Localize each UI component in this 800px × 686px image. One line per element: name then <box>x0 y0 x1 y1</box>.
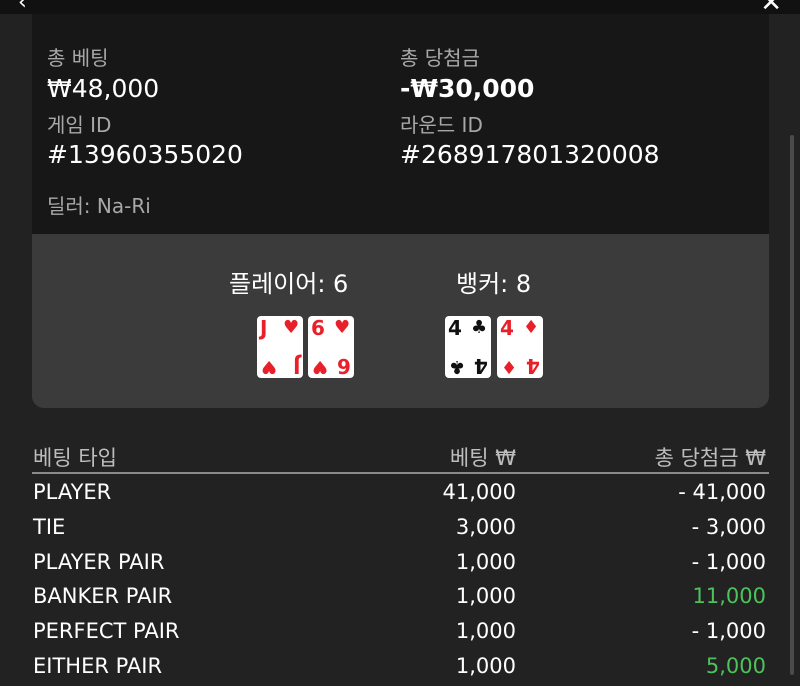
heart-icon: ♥ <box>260 356 277 377</box>
bet-amount-cell: 1,000 <box>455 584 516 609</box>
bet-amount-cell: 1,000 <box>455 653 516 678</box>
round-id-label: 라운드 ID <box>400 113 483 137</box>
bet-type-cell: TIE <box>33 514 66 539</box>
table-header: 베팅 타입 베팅 ₩ 총 당첨금 ₩ <box>32 438 769 474</box>
card-rank: J <box>260 316 268 340</box>
total-bet-value: ₩48,000 <box>47 74 160 103</box>
bet-type-cell: PLAYER <box>33 480 112 504</box>
win-amount-cell: 5,000 <box>705 653 766 678</box>
player-score: 플레이어: 6 <box>229 270 349 298</box>
table-row: EITHER PAIR 1,000 5,000 <box>32 648 769 683</box>
card-rank: 4 <box>448 316 462 340</box>
header-bet-amount: 베팅 ₩ <box>449 446 516 470</box>
scrollbar[interactable] <box>790 135 794 675</box>
diamond-icon: ♦ <box>523 317 540 338</box>
title-bar: ‹ ✕ <box>0 0 800 18</box>
bets-table: 베팅 타입 베팅 ₩ 총 당첨금 ₩ PLAYER 41,000 - 41,000 T… <box>32 438 769 683</box>
club-icon: ♣ <box>471 317 488 338</box>
game-id-label: 게임 ID <box>47 113 112 137</box>
table-row: PLAYER PAIR 1,000 - 1,000 <box>32 544 769 579</box>
table-row: PERFECT PAIR 1,000 - 1,000 <box>32 613 769 648</box>
card-rank: 6 <box>337 354 351 378</box>
heart-icon: ♥ <box>283 317 300 338</box>
card-rank: J <box>292 354 300 378</box>
heart-icon: ♥ <box>311 356 328 377</box>
hands-panel: 플레이어: 6 뱅커: 8 J ♥ J ♥ 6 ♥ 6 ♥ 4 ♣ 4 ♣ 4 … <box>32 234 769 408</box>
card-rank: 4 <box>500 316 514 340</box>
total-bet-label: 총 베팅 <box>47 46 109 70</box>
player-card-1: J ♥ J ♥ <box>257 316 303 378</box>
bet-type-cell: BANKER PAIR <box>33 584 173 609</box>
table-row: TIE 3,000 - 3,000 <box>32 509 769 544</box>
heart-icon: ♥ <box>334 317 351 338</box>
header-total-win: 총 당첨금 ₩ <box>654 446 766 470</box>
club-icon: ♣ <box>448 356 465 377</box>
round-summary-panel: 총 베팅 ₩48,000 총 당첨금 -₩30,000 게임 ID #13960… <box>32 14 769 234</box>
win-amount-cell: - 3,000 <box>691 514 766 539</box>
game-id-value: #13960355020 <box>47 140 243 169</box>
total-win-value: -₩30,000 <box>400 74 535 103</box>
table-row: BANKER PAIR 1,000 11,000 <box>32 578 769 613</box>
banker-card-2: 4 ♦ 4 ♦ <box>497 316 543 378</box>
banker-score: 뱅커: 8 <box>456 270 532 298</box>
card-rank: 6 <box>311 316 325 340</box>
bet-amount-cell: 1,000 <box>455 619 516 644</box>
back-icon[interactable]: ‹ <box>18 0 27 15</box>
banker-card-1: 4 ♣ 4 ♣ <box>445 316 491 378</box>
win-amount-cell: - 41,000 <box>678 480 766 504</box>
win-amount-cell: - 1,000 <box>691 549 766 574</box>
win-amount-cell: 11,000 <box>692 584 766 609</box>
bet-type-cell: EITHER PAIR <box>33 653 163 678</box>
round-id-value: #268917801320008 <box>400 140 660 169</box>
bet-amount-cell: 41,000 <box>442 480 516 504</box>
card-rank: 4 <box>474 354 488 378</box>
header-bet-type: 베팅 타입 <box>33 446 117 470</box>
dealer-name: 딜러: Na-Ri <box>47 194 151 218</box>
bet-type-cell: PERFECT PAIR <box>33 619 180 644</box>
win-amount-cell: - 1,000 <box>691 619 766 644</box>
diamond-icon: ♦ <box>500 356 517 377</box>
table-row: PLAYER 41,000 - 41,000 <box>32 474 769 509</box>
bet-amount-cell: 1,000 <box>455 549 516 574</box>
card-rank: 4 <box>526 354 540 378</box>
player-card-2: 6 ♥ 6 ♥ <box>308 316 354 378</box>
total-win-label: 총 당첨금 <box>400 46 480 70</box>
bet-type-cell: PLAYER PAIR <box>33 549 165 574</box>
bet-amount-cell: 3,000 <box>455 514 516 539</box>
